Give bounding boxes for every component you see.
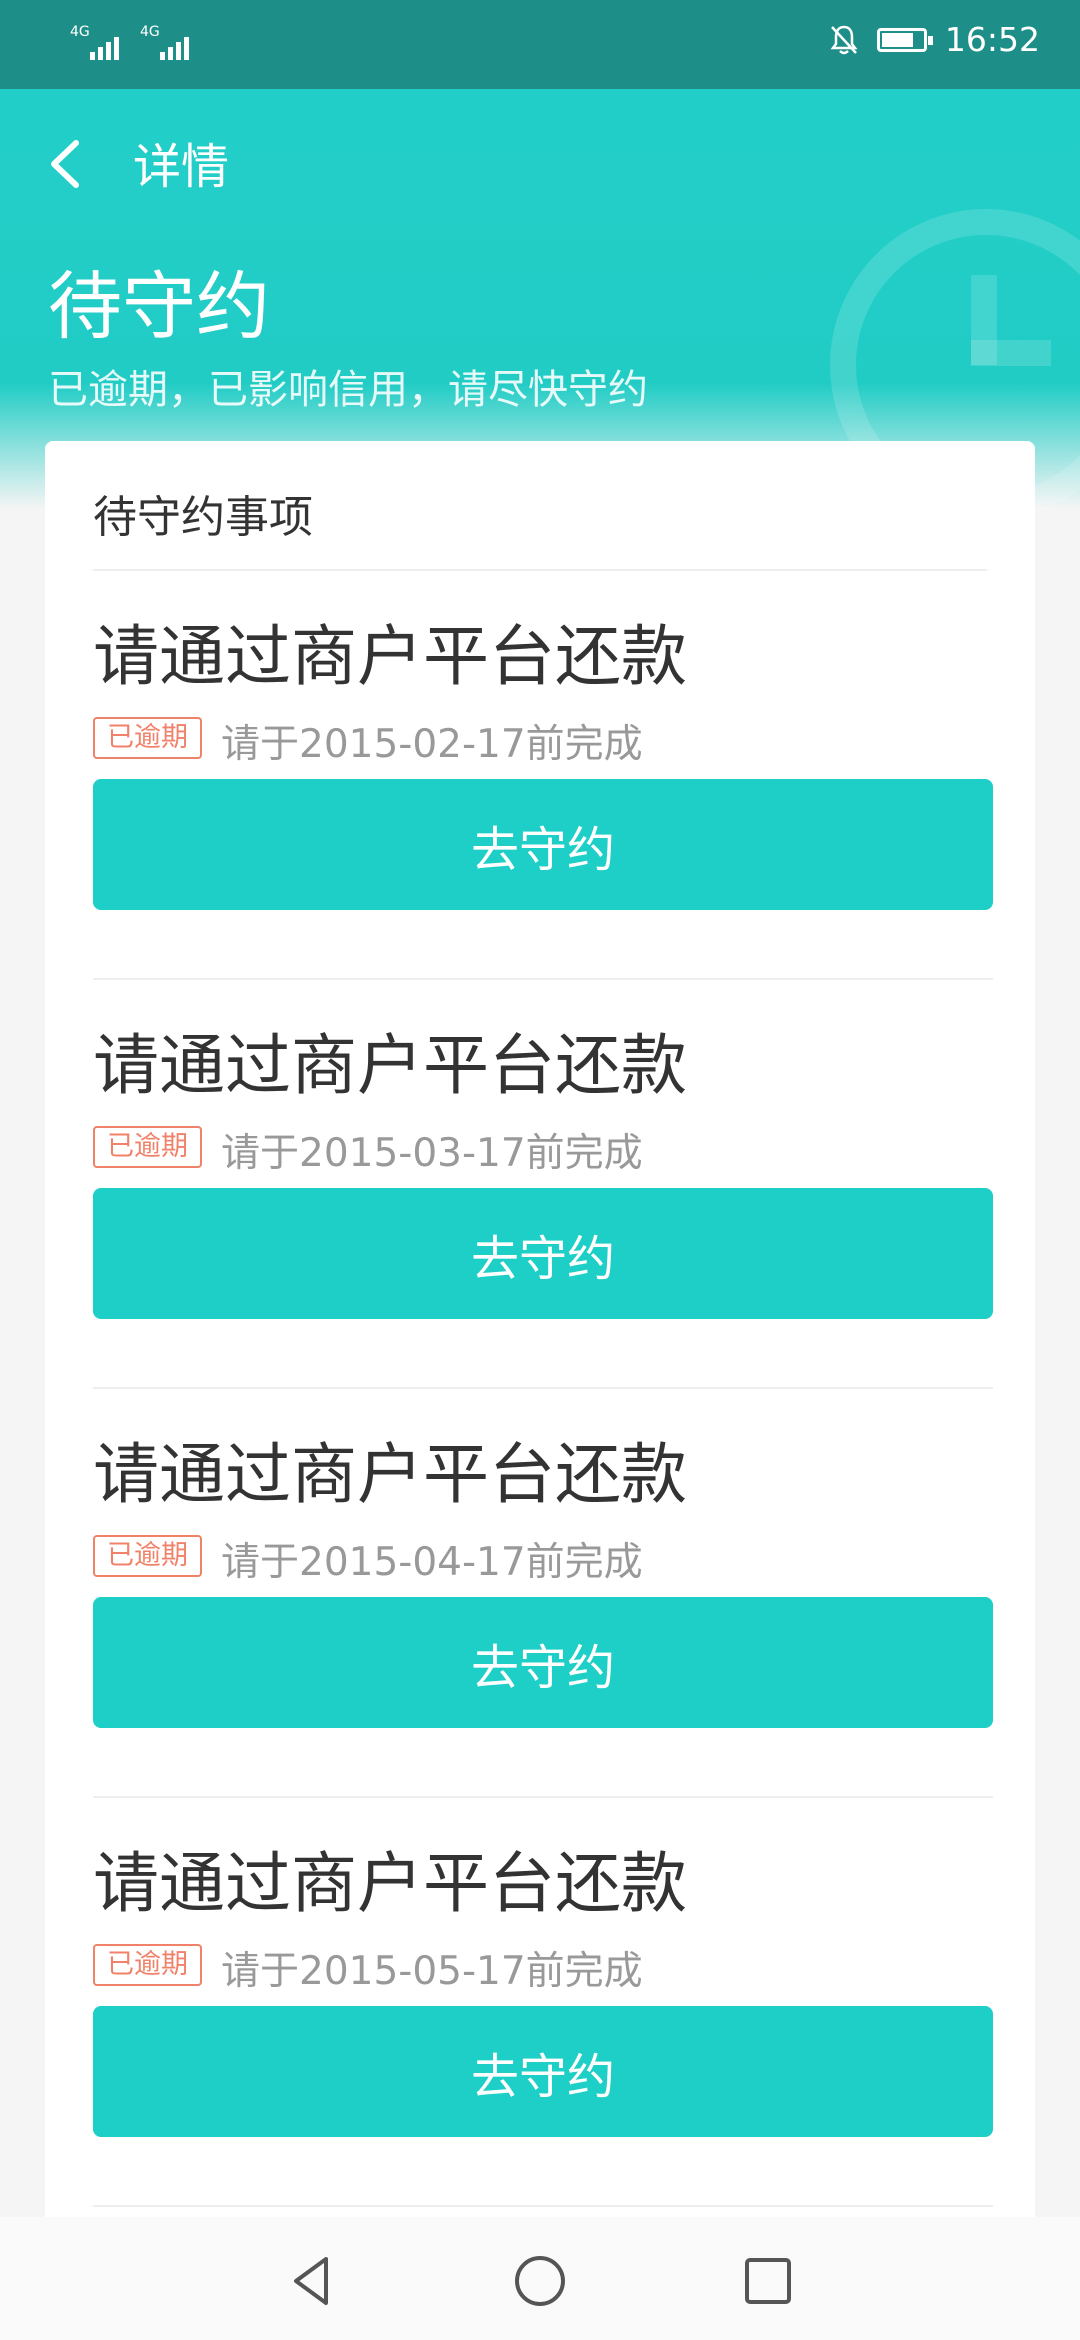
status-bar: 4G 4G 16:52 — [0, 0, 1080, 89]
fulfill-button[interactable]: 去守约 — [93, 779, 993, 910]
due-date-text: 请于2015-04-17前完成 — [221, 1540, 643, 1585]
nav-home-button[interactable] — [510, 2251, 570, 2311]
signal-icon-sim1: 4G — [70, 24, 128, 64]
chevron-left-icon — [51, 140, 79, 188]
overdue-badge: 已逾期 — [93, 717, 202, 759]
network-type-label: 4G — [70, 24, 90, 40]
status-description: 已逾期，已影响信用，请尽快守约 — [48, 367, 648, 413]
item-title: 请通过商户平台还款 — [93, 1027, 687, 1104]
item-title: 请通过商户平台还款 — [93, 618, 687, 695]
signal-icon-sim2: 4G — [140, 24, 198, 64]
nav-recent-button[interactable] — [738, 2251, 798, 2311]
list-item: 请通过商户平台还款 已逾期 请于2015-05-17前完成 去守约 — [93, 1798, 993, 2207]
battery-charging-icon — [876, 27, 933, 52]
network-type-label: 4G — [140, 24, 160, 40]
overdue-badge: 已逾期 — [93, 1944, 202, 1986]
nav-back-button[interactable] — [282, 2251, 342, 2311]
list-item: 请通过商户平台还款 已逾期 请于2015-02-17前完成 去守约 — [93, 571, 993, 980]
pending-items-card: 待守约事项 请通过商户平台还款 已逾期 请于2015-02-17前完成 去守约 … — [45, 441, 1035, 2340]
fulfill-button[interactable]: 去守约 — [93, 2006, 993, 2137]
list-item: 请通过商户平台还款 已逾期 请于2015-04-17前完成 去守约 — [93, 1389, 993, 1798]
card-title: 待守约事项 — [93, 492, 313, 543]
fulfill-button[interactable]: 去守约 — [93, 1597, 993, 1728]
item-title: 请通过商户平台还款 — [93, 1845, 687, 1922]
due-date-text: 请于2015-02-17前完成 — [221, 722, 643, 767]
list-item: 请通过商户平台还款 已逾期 请于2015-03-17前完成 去守约 — [93, 980, 993, 1389]
due-date-text: 请于2015-03-17前完成 — [221, 1131, 643, 1176]
overdue-badge: 已逾期 — [93, 1126, 202, 1168]
pending-items-list: 请通过商户平台还款 已逾期 请于2015-02-17前完成 去守约 请通过商户平… — [93, 571, 993, 2207]
fulfill-button[interactable]: 去守约 — [93, 1188, 993, 1319]
divider — [93, 2205, 993, 2207]
status-title: 待守约 — [48, 264, 270, 350]
back-button[interactable] — [40, 129, 100, 199]
square-recent-icon — [745, 2258, 791, 2304]
due-date-text: 请于2015-05-17前完成 — [221, 1949, 643, 1994]
signal-indicators: 4G 4G — [70, 24, 198, 64]
nav-title: 详情 — [133, 139, 230, 195]
overdue-badge: 已逾期 — [93, 1535, 202, 1577]
bell-off-icon — [830, 25, 858, 54]
status-time: 16:52 — [944, 20, 1040, 59]
triangle-back-icon — [294, 2257, 328, 2305]
system-nav-bar — [0, 2217, 1080, 2340]
item-title: 请通过商户平台还款 — [93, 1436, 687, 1513]
circle-home-icon — [515, 2256, 565, 2306]
